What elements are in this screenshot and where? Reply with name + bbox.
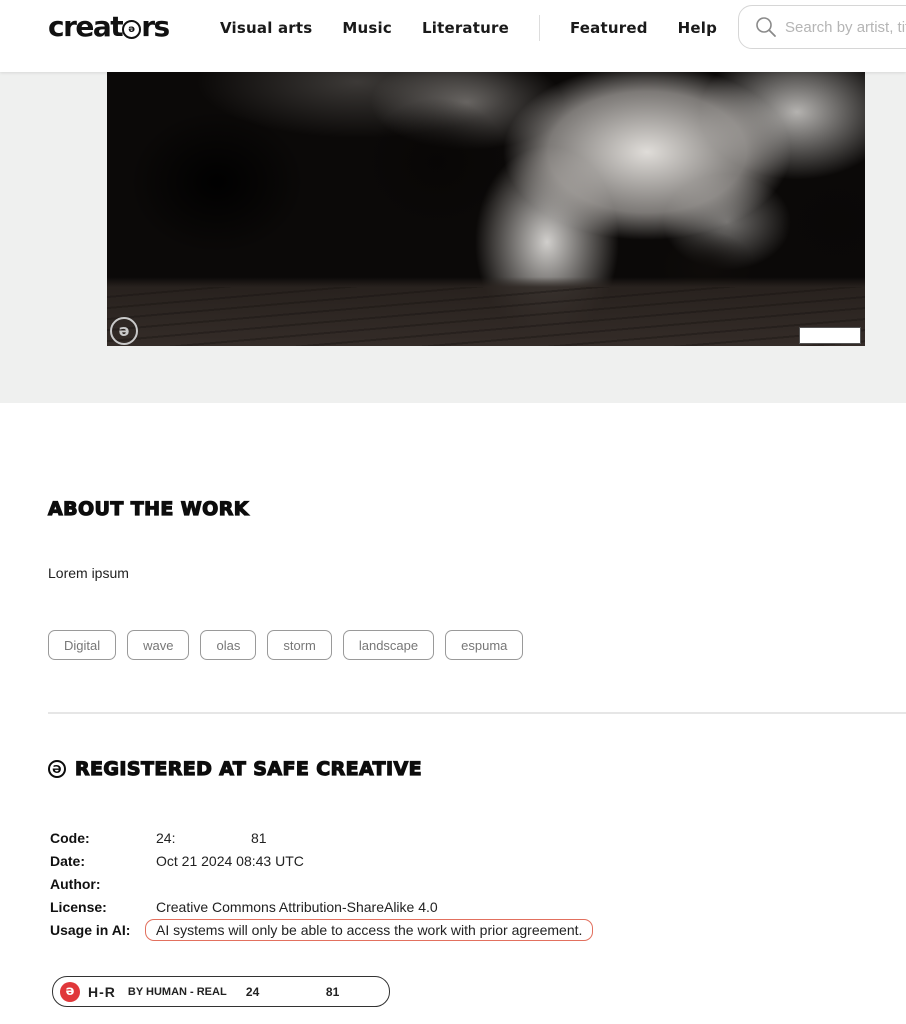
license-value[interactable]: Creative Commons Attribution-ShareAlike … (156, 899, 438, 915)
nav-music[interactable]: Music (342, 19, 392, 37)
row-license: License: Creative Commons Attribution-Sh… (50, 895, 593, 918)
artwork-image[interactable]: ə (107, 72, 865, 346)
ai-usage-value: AI systems will only be able to access t… (145, 918, 594, 941)
logo-glyph-icon: ə (122, 19, 142, 39)
date-label: Date: (50, 852, 86, 869)
row-code: Code: 24: 81 (50, 826, 593, 849)
code-value: 24: 81 (156, 830, 267, 846)
ai-usage-label: Usage in AI: (50, 921, 131, 938)
safe-creative-icon: ə (110, 317, 138, 345)
safe-creative-icon: ə (48, 760, 66, 778)
creators-logo[interactable]: creat ə rs (48, 10, 170, 43)
search-input[interactable] (785, 18, 906, 36)
tag-list: Digital wave olas storm landscape espuma (48, 630, 524, 660)
tag-digital[interactable]: Digital (48, 630, 117, 660)
badge-number-start: 24 (245, 984, 260, 999)
about-description: Lorem ipsum (48, 565, 129, 581)
tag-landscape[interactable]: landscape (342, 630, 435, 660)
code-value-start: 24: (156, 829, 176, 846)
human-real-badge[interactable]: ə H-R BY HUMAN - REAL 24 81 (52, 976, 390, 1007)
author-label: Author: (50, 875, 101, 892)
registration-title: ə Registered at Safe Creative (48, 757, 422, 781)
safe-creative-red-icon: ə (60, 981, 80, 1002)
badge-code: H-R (88, 983, 116, 1000)
row-ai-usage: Usage in AI: AI systems will only be abl… (50, 918, 594, 941)
artwork-texture-layer (107, 287, 865, 346)
watermark-box (799, 327, 861, 344)
row-author: Author: (50, 872, 593, 895)
section-divider (48, 712, 906, 714)
row-date: Date: Oct 21 2024 08:43 UTC (50, 849, 593, 872)
nav-literature[interactable]: Literature (422, 19, 509, 37)
code-label: Code: (50, 829, 90, 846)
tag-olas[interactable]: olas (200, 630, 257, 660)
registration-details: Code: 24: 81 Date: Oct 21 2024 08:43 UTC… (50, 826, 594, 941)
badge-text: BY HUMAN - REAL (127, 985, 227, 998)
date-value: Oct 21 2024 08:43 UTC (156, 852, 304, 869)
tag-storm[interactable]: storm (267, 630, 332, 660)
logo-text-start: creat (48, 10, 124, 43)
logo-text-end: rs (141, 10, 170, 43)
nav-visual-arts[interactable]: Visual arts (220, 19, 312, 37)
search-box[interactable] (738, 5, 906, 49)
nav-featured[interactable]: Featured (570, 19, 648, 37)
badge-number-end: 81 (325, 984, 340, 999)
nav-help[interactable]: Help (678, 19, 717, 37)
code-value-end: 81 (251, 829, 267, 846)
main-nav: Visual arts Music Literature Featured He… (220, 15, 747, 41)
about-title: About the work (47, 497, 249, 520)
tag-wave[interactable]: wave (127, 630, 190, 660)
artwork-hero: ə (0, 72, 906, 403)
license-label: License: (50, 898, 107, 915)
tag-espuma[interactable]: espuma (445, 630, 524, 660)
registration-title-text: Registered at Safe Creative (74, 757, 422, 780)
site-header: creat ə rs Visual arts Music Literature Fe… (0, 0, 906, 72)
nav-separator (538, 15, 540, 41)
search-icon (756, 17, 776, 37)
